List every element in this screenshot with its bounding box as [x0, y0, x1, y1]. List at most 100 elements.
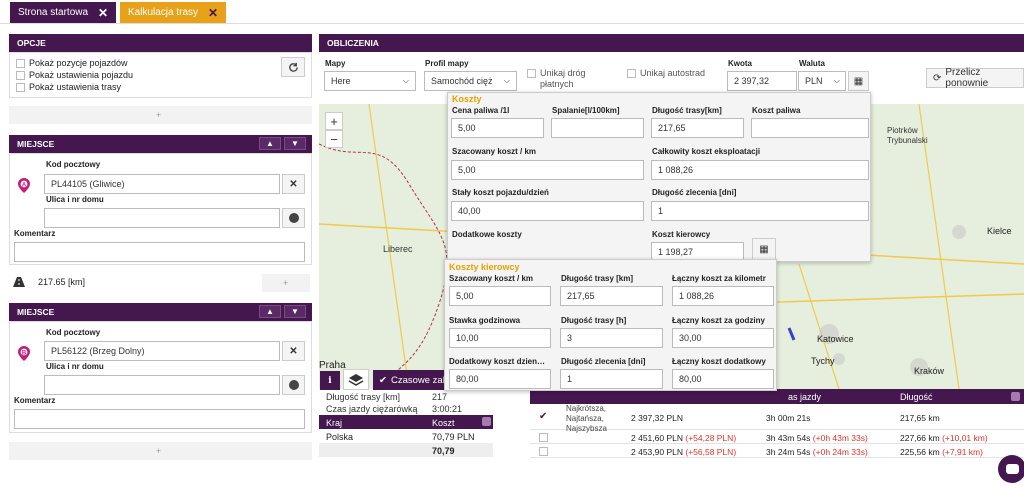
- info-icon: i: [328, 375, 332, 386]
- route-cost: 2 453,90 PLN (+56,58 PLN): [631, 447, 737, 457]
- segment-distance: 217.65 [km]: [38, 277, 86, 287]
- avoid-toll-checkbox[interactable]: [527, 69, 536, 78]
- locate-button[interactable]: [282, 375, 305, 395]
- recalculate-button[interactable]: ⟳ Przelicz ponownie: [926, 67, 1024, 89]
- currency-label: Waluta: [799, 59, 825, 68]
- plus-icon: +: [156, 110, 162, 120]
- avoid-toll-label: Unikaj dróg płatnych: [540, 68, 586, 89]
- gear-icon[interactable]: [482, 417, 491, 426]
- fuel-price-input[interactable]: 5,00: [451, 118, 544, 138]
- summary-drive-time-value: 3:00:21: [432, 404, 463, 414]
- check-icon[interactable]: ✔: [539, 411, 547, 422]
- chat-button[interactable]: [998, 455, 1024, 483]
- total-extra-label: Łączny koszt dodatkowy: [672, 357, 766, 366]
- calculator-icon: ▦: [853, 75, 864, 87]
- locate-button[interactable]: [282, 208, 305, 228]
- tab-label: Strona startowa: [18, 7, 89, 18]
- check-icon: ✔: [379, 374, 387, 386]
- map-label-liberec: Liberec: [383, 244, 413, 254]
- zoom-out-button[interactable]: −: [325, 130, 343, 148]
- clear-button[interactable]: ✕: [282, 174, 305, 194]
- move-up-button[interactable]: ▲: [259, 305, 281, 318]
- close-icon: ✕: [289, 345, 298, 357]
- consumption-input[interactable]: [551, 118, 644, 138]
- show-vehicle-settings-label: Pokaż ustawienia pojazdu: [29, 70, 134, 80]
- street-input[interactable]: [44, 208, 280, 228]
- move-up-button[interactable]: ▲: [259, 137, 281, 150]
- layers-button[interactable]: [343, 369, 369, 390]
- route-length: 225,56 km (+7,91 km): [900, 447, 983, 457]
- show-route-settings-checkbox[interactable]: [16, 83, 25, 92]
- tab-label: Kalkulacja trasy: [128, 7, 199, 18]
- calc-title: OBLICZENIA: [327, 38, 379, 48]
- toll-total-row: [319, 443, 493, 457]
- country-header: Kraj: [326, 418, 343, 428]
- consumption-label: Spalanie[l/100km]: [552, 106, 620, 115]
- postal-code-input[interactable]: PL56122 (Brzeg Dolny): [44, 341, 280, 361]
- move-down-button[interactable]: ▼: [284, 137, 306, 150]
- route-time: 3h 43m 54s (+0h 43m 33s): [766, 433, 868, 443]
- move-down-button[interactable]: ▼: [284, 305, 306, 318]
- route-hours-label: Długość trasy [h]: [561, 316, 627, 325]
- driver-cost-label: Koszt kierowcy: [652, 230, 711, 239]
- extra-daily-input[interactable]: 80,00: [449, 369, 551, 389]
- avoid-highway-checkbox[interactable]: [627, 69, 636, 78]
- driver-route-km-label: Długość trasy [km]: [561, 274, 634, 283]
- close-icon[interactable]: ✕: [208, 6, 218, 20]
- tab-route-calculation[interactable]: Kalkulacja trasy ✕: [120, 2, 227, 23]
- postal-code-input[interactable]: PL44105 (Gliwice): [44, 174, 280, 194]
- driver-route-km-input[interactable]: 217,65: [560, 286, 663, 306]
- driver-est-cost-input[interactable]: 5,00: [449, 286, 551, 306]
- svg-text:B: B: [22, 350, 27, 356]
- summary-route-length-label: Długość trasy [km]: [326, 392, 401, 402]
- chevron-down-icon: ⌵: [402, 76, 409, 85]
- order-days-input[interactable]: 1: [560, 369, 663, 389]
- est-cost-input[interactable]: 5,00: [451, 160, 644, 180]
- street-label: Ulica i nr domu: [46, 195, 104, 204]
- info-button[interactable]: i: [320, 371, 340, 390]
- route-time: 3h 24m 54s (+0h 24m 33s): [766, 447, 868, 457]
- driver-calculator-button[interactable]: ▦: [752, 238, 776, 260]
- layers-icon: [348, 373, 364, 386]
- place2-title: MIEJSCE: [17, 307, 55, 317]
- amount-input[interactable]: 2 397,32: [727, 71, 797, 91]
- map-label-kielce: Kielce: [987, 226, 1012, 236]
- temporary-closures-button[interactable]: ✔ Czasowe zak: [373, 370, 449, 390]
- show-vehicles-checkbox[interactable]: [16, 59, 25, 68]
- tab-underline: [0, 23, 1024, 24]
- route-checkbox[interactable]: [539, 447, 548, 456]
- calculator-button[interactable]: ▦: [848, 71, 869, 91]
- street-input[interactable]: [44, 375, 280, 395]
- refresh-button[interactable]: [281, 57, 305, 77]
- hourly-rate-input[interactable]: 10,00: [449, 328, 551, 348]
- refresh-icon: [288, 62, 298, 72]
- comment-input[interactable]: [14, 409, 305, 429]
- map-label-katowice: Katowice: [817, 334, 854, 344]
- map-label-tychy: Tychy: [811, 356, 835, 366]
- profile-select[interactable]: Samochód cięż ⌵: [424, 71, 517, 91]
- tab-start-page[interactable]: Strona startowa ✕: [10, 2, 117, 23]
- total-cost-input[interactable]: 1 088,26: [651, 160, 869, 180]
- fuel-cost-input[interactable]: [751, 118, 869, 138]
- show-vehicle-settings-checkbox[interactable]: [16, 71, 25, 80]
- gear-icon[interactable]: [1011, 392, 1020, 401]
- fixed-cost-input[interactable]: 40,00: [451, 201, 644, 221]
- currency-select[interactable]: PLN ⌵: [798, 71, 846, 91]
- order-length-input[interactable]: 1: [651, 201, 869, 221]
- refresh-icon: ⟳: [933, 72, 942, 84]
- zoom-in-button[interactable]: +: [325, 112, 343, 130]
- total-extra-input[interactable]: 80,00: [672, 369, 774, 389]
- maps-select[interactable]: Here ⌵: [324, 71, 416, 91]
- route-length-input[interactable]: 217,65: [651, 118, 744, 138]
- route-checkbox[interactable]: [539, 433, 548, 442]
- driver-total-km-input[interactable]: 1 088,26: [672, 286, 774, 306]
- total-hours-input[interactable]: 30,00: [672, 328, 774, 348]
- close-icon[interactable]: ✕: [98, 6, 108, 20]
- compass-icon: [288, 380, 299, 390]
- toll-total: 70,79: [432, 446, 455, 456]
- street-label: Ulica i nr domu: [46, 362, 104, 371]
- clear-button[interactable]: ✕: [282, 341, 305, 361]
- route-hours-input[interactable]: 3: [560, 328, 663, 348]
- comment-input[interactable]: [14, 242, 305, 262]
- options-header: OPCJE: [9, 34, 312, 52]
